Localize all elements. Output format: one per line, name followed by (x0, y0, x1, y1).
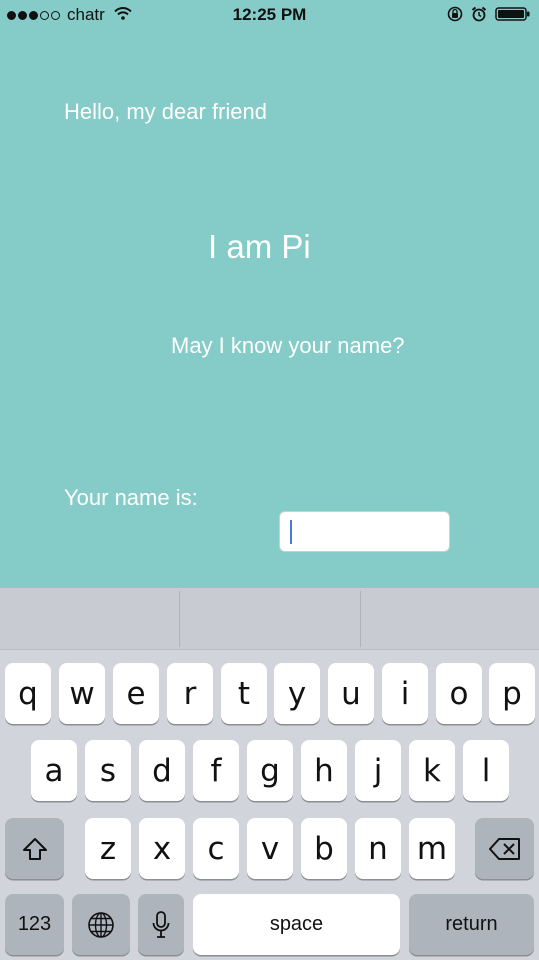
key-k[interactable]: k (409, 740, 455, 801)
status-right (439, 6, 531, 22)
key-d[interactable]: d (139, 740, 185, 801)
key-h[interactable]: h (301, 740, 347, 801)
key-m[interactable]: m (409, 818, 455, 879)
globe-icon (88, 911, 114, 938)
microphone-key[interactable] (138, 894, 184, 955)
key-y[interactable]: y (274, 663, 320, 724)
key-g[interactable]: g (247, 740, 293, 801)
return-key[interactable]: return (409, 894, 534, 955)
key-o[interactable]: o (436, 663, 482, 724)
key-c[interactable]: c (193, 818, 239, 879)
key-r[interactable]: r (167, 663, 213, 724)
globe-key[interactable] (72, 894, 130, 955)
question-text: May I know your name? (171, 333, 405, 358)
key-s[interactable]: s (85, 740, 131, 801)
key-l[interactable]: l (463, 740, 509, 801)
greeting-text: Hello, my dear friend (64, 99, 267, 124)
space-key[interactable]: space (193, 894, 400, 955)
alarm-icon (463, 6, 487, 22)
key-n[interactable]: n (355, 818, 401, 879)
name-input[interactable] (279, 511, 450, 552)
keyboard: q w e r t y u i o p a s d f g h j k l z … (0, 588, 539, 960)
delete-key[interactable] (475, 818, 534, 879)
suggestion-divider (179, 591, 180, 647)
key-f[interactable]: f (193, 740, 239, 801)
key-x[interactable]: x (139, 818, 185, 879)
key-w[interactable]: w (59, 663, 105, 724)
intro-text: I am Pi (208, 228, 311, 265)
status-bar: chatr 12:25 PM (0, 0, 539, 30)
key-b[interactable]: b (301, 818, 347, 879)
key-t[interactable]: t (221, 663, 267, 724)
key-p[interactable]: p (489, 663, 535, 724)
numbers-key[interactable]: 123 (5, 894, 64, 955)
key-z[interactable]: z (85, 818, 131, 879)
key-u[interactable]: u (328, 663, 374, 724)
key-e[interactable]: e (113, 663, 159, 724)
backspace-icon (488, 837, 520, 860)
key-a[interactable]: a (31, 740, 77, 801)
suggestion-bar (0, 588, 539, 650)
key-i[interactable]: i (382, 663, 428, 724)
battery-icon (487, 6, 531, 22)
text-cursor (290, 520, 292, 544)
orientation-lock-icon (439, 6, 463, 22)
shift-key[interactable] (5, 818, 64, 879)
key-v[interactable]: v (247, 818, 293, 879)
name-label: Your name is: (64, 485, 198, 510)
key-j[interactable]: j (355, 740, 401, 801)
shift-icon (22, 837, 47, 860)
suggestion-divider (360, 591, 361, 647)
key-q[interactable]: q (5, 663, 51, 724)
microphone-icon (152, 910, 170, 938)
